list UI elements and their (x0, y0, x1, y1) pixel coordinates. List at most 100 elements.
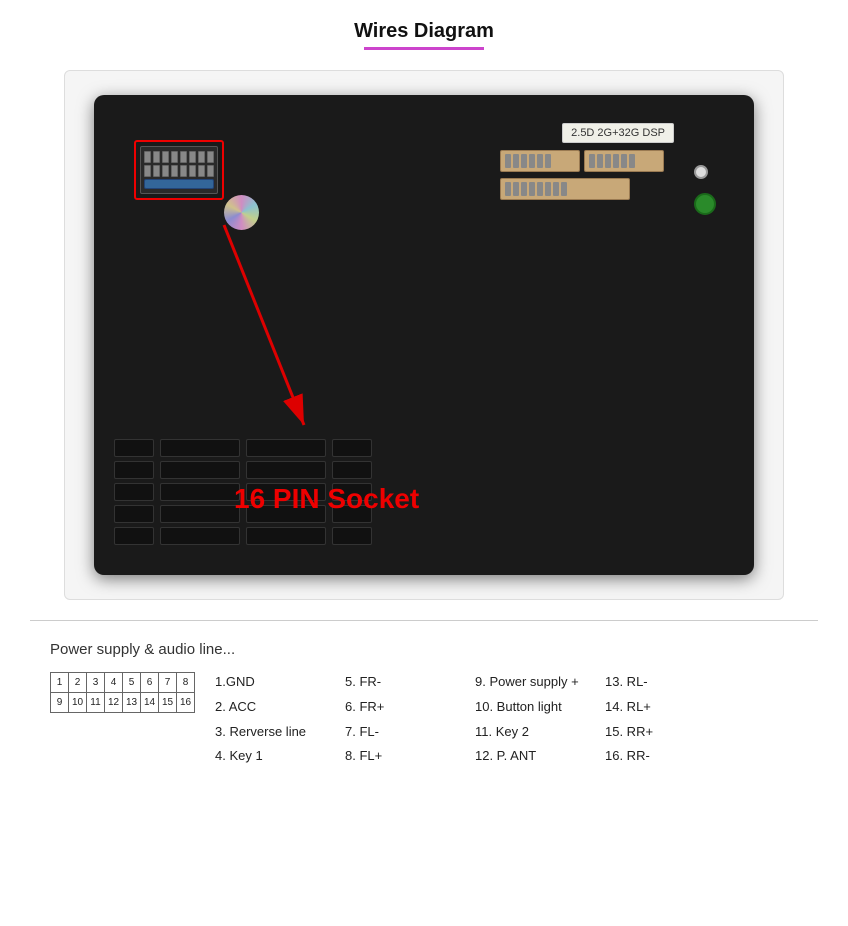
pin-grid-row-1: 12345678 (51, 673, 195, 693)
pin-entry: 13. RL- (605, 672, 715, 693)
cp19 (553, 182, 559, 196)
cp5 (537, 154, 543, 168)
vent-4 (114, 505, 154, 523)
pin-entry: 5. FR- (345, 672, 455, 693)
blue-connector (144, 179, 214, 189)
pin-row-top (144, 151, 214, 163)
cp6 (545, 154, 551, 168)
pin-entry: 16. RR- (605, 746, 715, 767)
connector-1 (500, 150, 580, 172)
cp18 (545, 182, 551, 196)
vent-7 (160, 461, 240, 479)
pin-7 (198, 151, 205, 163)
green-cap (694, 193, 716, 215)
vents-area (114, 439, 734, 545)
bottom-section: Power supply & audio line... 12345678 91… (30, 631, 818, 777)
cp13 (505, 182, 511, 196)
pin-grid-cell: 4 (105, 673, 123, 693)
cp12 (629, 154, 635, 168)
pin-entry: 11. Key 2 (475, 722, 585, 743)
pin-9 (144, 165, 151, 177)
pin-row-bottom (144, 165, 214, 177)
screw-1 (694, 165, 708, 179)
cp10 (613, 154, 619, 168)
pin-grid-cell: 13 (123, 693, 141, 713)
cp4 (529, 154, 535, 168)
pin-grid-cell: 6 (141, 673, 159, 693)
connector-3 (500, 178, 630, 200)
pin-entry: 2. ACC (215, 697, 325, 718)
vent-17 (332, 461, 372, 479)
pin-10 (153, 165, 160, 177)
connector-2 (584, 150, 664, 172)
pin-grid-cell: 15 (159, 693, 177, 713)
vent-12 (246, 461, 326, 479)
section-subtitle: Power supply & audio line... (50, 641, 798, 658)
pin-entry: 15. RR+ (605, 722, 715, 743)
vent-8 (160, 483, 240, 501)
connectors-area (500, 150, 664, 200)
cp3 (521, 154, 527, 168)
vent-9 (160, 505, 240, 523)
pin-socket-label: 16 PIN Socket (234, 483, 419, 515)
pin-grid-cell: 10 (69, 693, 87, 713)
cp1 (505, 154, 511, 168)
pin-14 (189, 165, 196, 177)
vent-20 (332, 527, 372, 545)
pin-grid-cell: 7 (159, 673, 177, 693)
pin-socket (140, 146, 218, 194)
pin-grid-cell: 9 (51, 693, 69, 713)
pin-grid-wrapper: 12345678 910111213141516 (50, 672, 195, 713)
pin-entry: 14. RL+ (605, 697, 715, 718)
vent-5 (114, 527, 154, 545)
antenna-area (694, 165, 716, 215)
vent-2 (114, 461, 154, 479)
connector-row-2 (500, 178, 664, 200)
cp20 (561, 182, 567, 196)
pin-16 (207, 165, 214, 177)
vent-6 (160, 439, 240, 457)
page-wrapper: Wires Diagram 2.5D 2G+32G DSP (0, 0, 848, 926)
title-section: Wires Diagram (30, 20, 818, 50)
vent-16 (332, 439, 372, 457)
pin-entry: 10. Button light (475, 697, 585, 718)
pin-definitions: 1.GND2. ACC3. Rerverse line4. Key 1 5. F… (215, 672, 798, 767)
pin-entry: 12. P. ANT (475, 746, 585, 767)
vent-group-1 (114, 439, 154, 545)
pin-col-1: 1.GND2. ACC3. Rerverse line4. Key 1 (215, 672, 325, 767)
pin-entry: 8. FL+ (345, 746, 455, 767)
pin-grid-cell: 3 (87, 673, 105, 693)
pin-2 (153, 151, 160, 163)
pin-col-4: 13. RL- 14. RL+ 15. RR+ 16. RR- (605, 672, 715, 767)
pin-grid-cell: 16 (177, 693, 195, 713)
pin-grid-cell: 5 (123, 673, 141, 693)
cp17 (537, 182, 543, 196)
pin-col-2: 5. FR- 6. FR+ 7. FL- 8. FL+ (345, 672, 455, 767)
cp9 (605, 154, 611, 168)
diagram-area: 2.5D 2G+32G DSP (64, 70, 784, 600)
pin-13 (180, 165, 187, 177)
vent-11 (246, 439, 326, 457)
pin-entry: 9. Power supply + (475, 672, 585, 693)
sticker-label: 2.5D 2G+32G DSP (562, 123, 674, 143)
pin-entry: 7. FL- (345, 722, 455, 743)
pin-6 (189, 151, 196, 163)
pin-entry: 1.GND (215, 672, 325, 693)
pin-12 (171, 165, 178, 177)
vent-15 (246, 527, 326, 545)
cp14 (513, 182, 519, 196)
pin-grid-table: 12345678 910111213141516 (50, 672, 195, 713)
cp16 (529, 182, 535, 196)
pin-5 (180, 151, 187, 163)
pin-3 (162, 151, 169, 163)
title-underline (364, 47, 484, 50)
pin-grid-cell: 12 (105, 693, 123, 713)
page-title: Wires Diagram (30, 20, 818, 43)
vent-group-2 (160, 439, 240, 545)
pin-entry: 6. FR+ (345, 697, 455, 718)
cp7 (589, 154, 595, 168)
pin-15 (198, 165, 205, 177)
pin-grid-cell: 2 (69, 673, 87, 693)
vent-1 (114, 439, 154, 457)
pin-1 (144, 151, 151, 163)
